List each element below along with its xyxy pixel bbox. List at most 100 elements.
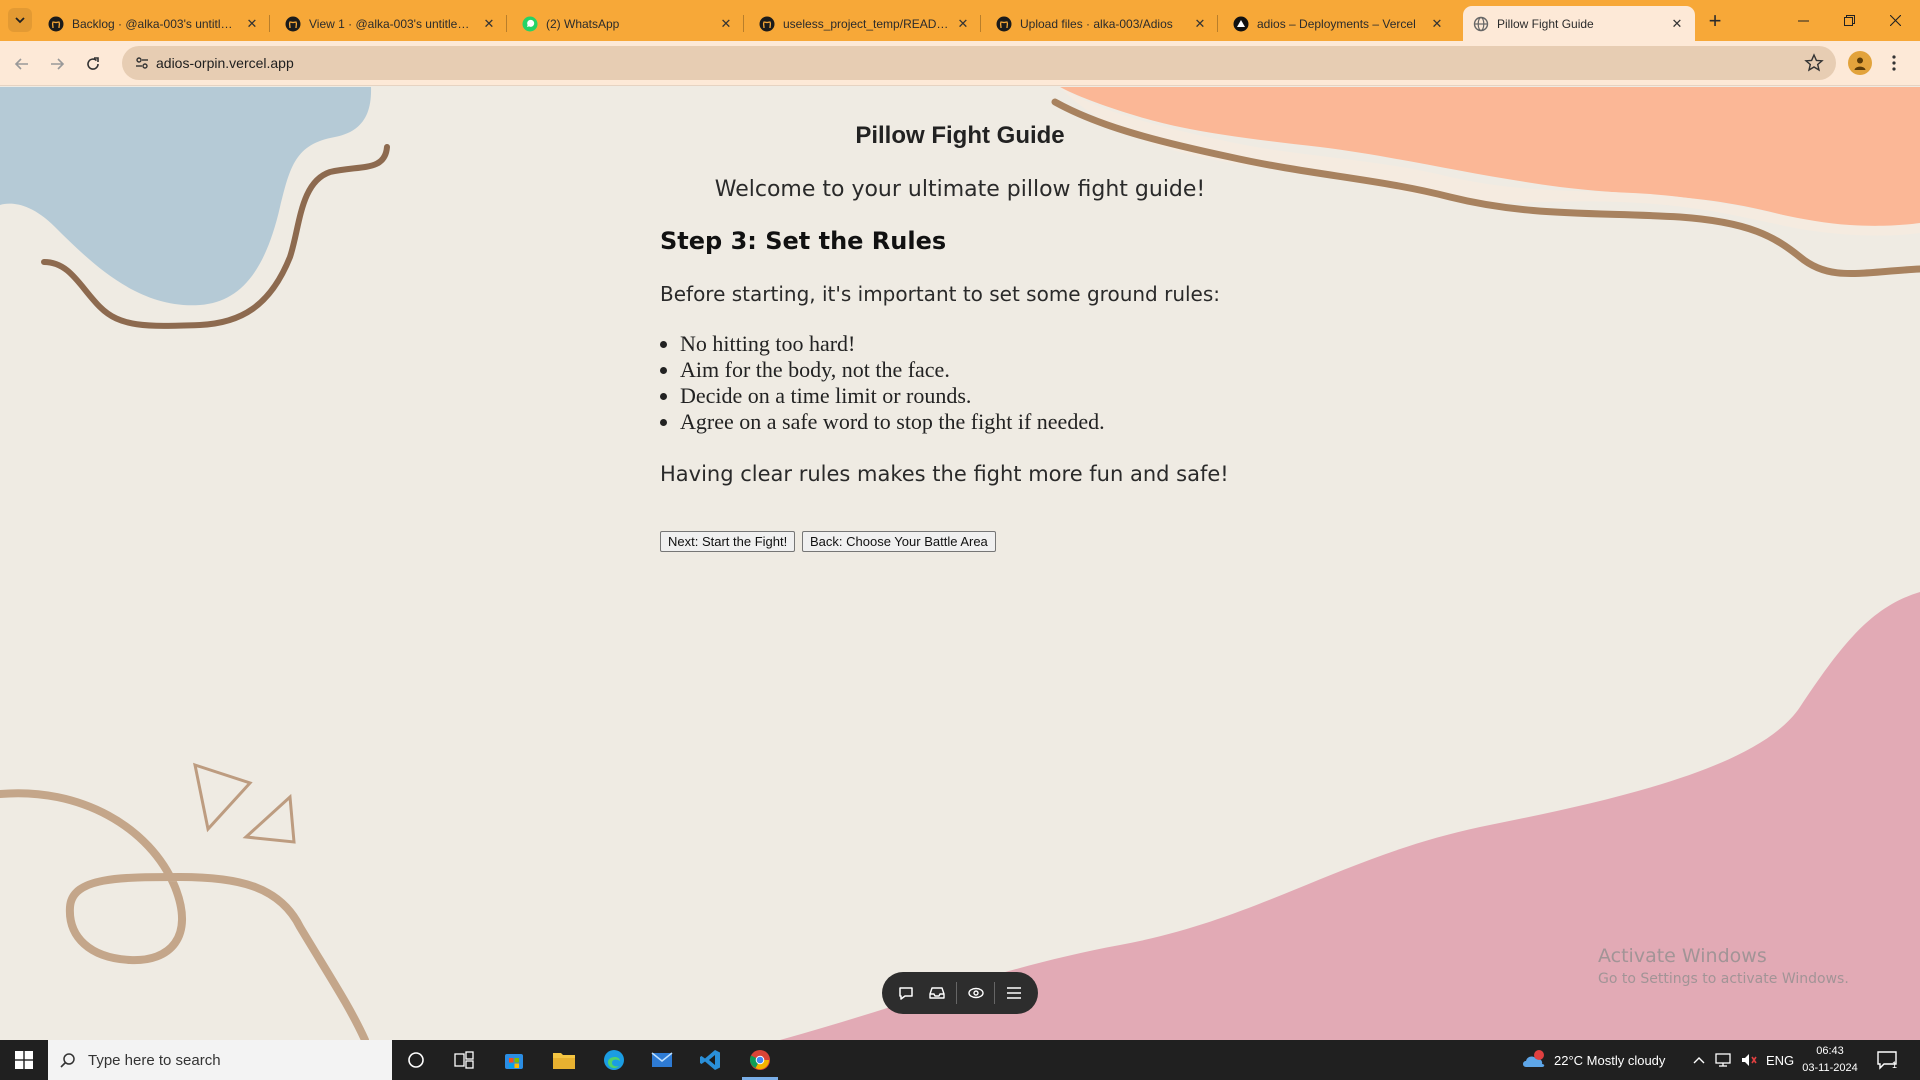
task-view-icon [454, 1051, 474, 1069]
weather-widget[interactable]: 22°C Mostly cloudy [1520, 1040, 1665, 1080]
tab-upload-files[interactable]: Upload files · alka-003/Adios ✕ [986, 6, 1218, 41]
outro-text: Having clear rules makes the fight more … [660, 462, 1229, 486]
comment-icon [899, 987, 913, 1000]
microsoft-store-button[interactable] [490, 1040, 538, 1080]
start-button[interactable] [0, 1040, 48, 1080]
tab-vercel[interactable]: adios – Deployments – Vercel ✕ [1223, 6, 1455, 41]
close-icon[interactable]: ✕ [244, 16, 260, 32]
globe-icon [1473, 16, 1489, 31]
windows-taskbar: Type here to search 22°C Mostly cloudy E… [0, 1040, 1920, 1080]
profile-avatar[interactable] [1848, 51, 1872, 75]
windows-logo-icon [15, 1051, 33, 1069]
clock-time: 06:43 [1816, 1045, 1844, 1057]
inbox-button[interactable] [924, 980, 950, 1006]
comment-button[interactable] [893, 980, 919, 1006]
file-explorer-button[interactable] [540, 1040, 588, 1080]
next-start-fight-button[interactable]: Next: Start the Fight! [660, 531, 796, 552]
intro-text: Before starting, it's important to set s… [660, 282, 1221, 306]
person-icon [1854, 57, 1866, 70]
close-icon[interactable]: ✕ [1669, 16, 1685, 32]
list-item: Agree on a safe word to stop the fight i… [680, 409, 1105, 435]
network-button[interactable] [1714, 1040, 1732, 1080]
triangle-outline-2 [242, 793, 296, 844]
address-bar[interactable]: adios-orpin.vercel.app [122, 46, 1836, 80]
close-icon[interactable]: ✕ [955, 16, 971, 32]
close-icon[interactable]: ✕ [718, 16, 734, 32]
close-icon[interactable]: ✕ [1429, 16, 1445, 32]
url-text: adios-orpin.vercel.app [156, 55, 294, 71]
tab-title: Pillow Fight Guide [1497, 16, 1594, 31]
browser-tab-strip: Backlog · @alka-003's untitled project ✕… [0, 0, 1920, 41]
menu-button[interactable] [1001, 980, 1027, 1006]
chrome-button[interactable] [736, 1040, 784, 1080]
browser-menu-button[interactable] [1884, 52, 1904, 74]
tab-view-1[interactable]: View 1 · @alka-003's untitled project ✕ [275, 6, 507, 41]
language-indicator[interactable]: ENG [1766, 1040, 1794, 1080]
toolbar-divider [994, 982, 996, 1004]
watermark-subtitle: Go to Settings to activate Windows. [1598, 971, 1849, 987]
github-icon [759, 16, 775, 31]
vscode-icon [700, 1050, 720, 1070]
tab-title: Backlog · @alka-003's untitled project [72, 16, 238, 31]
close-icon[interactable]: ✕ [481, 16, 497, 32]
visibility-button[interactable] [963, 980, 989, 1006]
welcome-text: Welcome to your ultimate pillow fight gu… [714, 177, 1206, 202]
close-window-button[interactable] [1872, 0, 1918, 41]
network-icon [1715, 1053, 1731, 1067]
page-title: Pillow Fight Guide [855, 122, 1065, 149]
weather-text: 22°C Mostly cloudy [1554, 1052, 1666, 1068]
close-icon [1889, 15, 1901, 26]
floating-toolbar [882, 972, 1038, 1014]
site-info-button[interactable] [130, 51, 154, 75]
tab-readme[interactable]: useless_project_temp/README.md ✕ [749, 6, 981, 41]
taskbar-clock[interactable]: 06:43 03-11-2024 [1796, 1043, 1864, 1077]
step-title: Step 3: Set the Rules [660, 227, 947, 255]
list-item: No hitting too hard! [680, 331, 1105, 357]
decorative-background [0, 87, 1920, 1040]
tab-whatsapp[interactable]: (2) WhatsApp ✕ [512, 6, 744, 41]
tab-backlog[interactable]: Backlog · @alka-003's untitled project ✕ [38, 6, 270, 41]
arrow-right-icon [51, 58, 65, 70]
minimize-icon [1797, 20, 1809, 22]
bookmark-star-icon[interactable] [1804, 53, 1824, 73]
minimize-button[interactable] [1780, 0, 1826, 41]
search-placeholder: Type here to search [88, 1051, 221, 1069]
tray-overflow-button[interactable] [1693, 1040, 1705, 1080]
restore-button[interactable] [1826, 0, 1872, 41]
github-icon [285, 16, 301, 31]
list-item: Aim for the body, not the face. [680, 357, 1105, 383]
reload-button[interactable] [79, 50, 107, 78]
tab-title: useless_project_temp/README.md [783, 16, 949, 31]
mail-icon [651, 1052, 673, 1067]
tab-pillow-fight-guide[interactable]: Pillow Fight Guide ✕ [1463, 6, 1695, 41]
github-icon [48, 16, 64, 31]
volume-button[interactable] [1740, 1040, 1758, 1080]
list-item: Decide on a time limit or rounds. [680, 383, 1105, 409]
language-text: ENG [1766, 1052, 1795, 1068]
taskbar-search-box[interactable]: Type here to search [48, 1040, 392, 1080]
cortana-button[interactable] [392, 1040, 440, 1080]
vscode-button[interactable] [686, 1040, 734, 1080]
edge-browser-button[interactable] [590, 1040, 638, 1080]
tab-search-button[interactable] [8, 8, 32, 32]
notification-center-button[interactable]: 1 [1876, 1040, 1897, 1080]
new-tab-button[interactable]: + [1702, 8, 1728, 34]
activate-windows-watermark: Activate Windows Go to Settings to activ… [1598, 945, 1849, 987]
eye-off-icon [968, 987, 984, 999]
task-view-button[interactable] [440, 1040, 488, 1080]
forward-button[interactable] [43, 50, 71, 78]
mail-button[interactable] [638, 1040, 686, 1080]
back-button[interactable] [8, 50, 36, 78]
edge-icon [604, 1050, 624, 1070]
cortana-circle-icon [408, 1052, 424, 1068]
restore-icon [1843, 15, 1855, 26]
back-battle-area-button[interactable]: Back: Choose Your Battle Area [802, 531, 996, 552]
close-icon[interactable]: ✕ [1192, 16, 1208, 32]
inbox-icon [929, 987, 946, 999]
tab-title: Upload files · alka-003/Adios [1020, 16, 1173, 31]
chevron-down-icon [15, 17, 25, 24]
watermark-title: Activate Windows [1598, 945, 1767, 967]
store-icon [505, 1054, 523, 1069]
folder-icon [553, 1053, 575, 1069]
clock-date: 03-11-2024 [1802, 1062, 1858, 1074]
